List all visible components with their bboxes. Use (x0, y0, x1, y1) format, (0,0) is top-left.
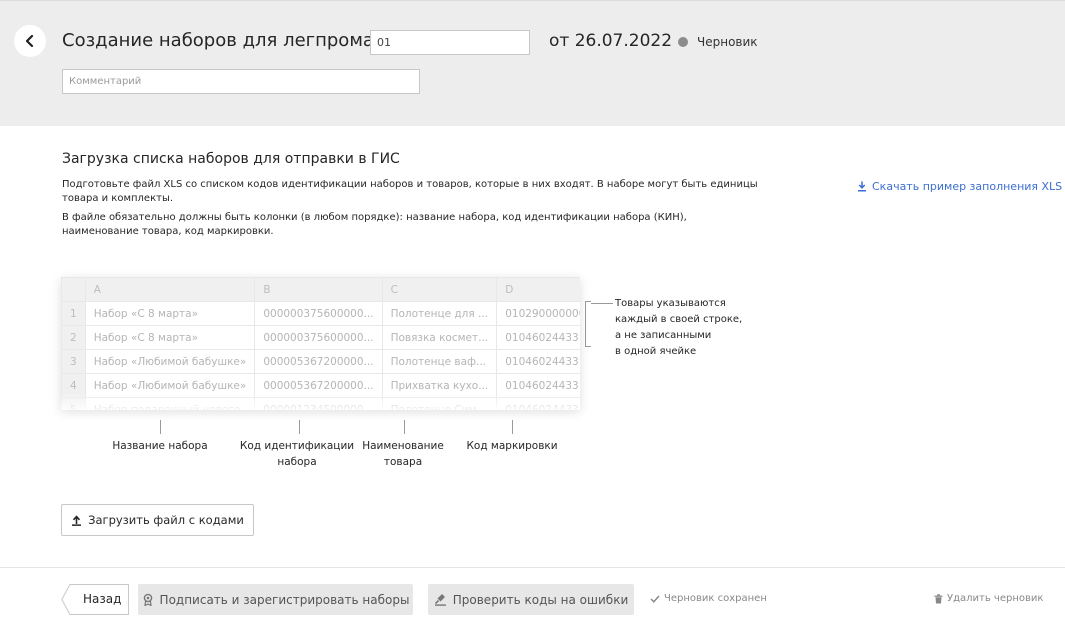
sign-register-button[interactable]: Подписать и зарегистрировать наборы (138, 584, 413, 615)
cell-set-name: Набор «Любимой бабушке» (84, 349, 256, 374)
seal-icon (143, 593, 152, 606)
label-line: товара (383, 456, 423, 468)
note-line: Товары указываются (615, 298, 726, 309)
cell-set-name: Набор подарочный нового (84, 397, 256, 410)
back-circle-button[interactable] (14, 25, 46, 57)
label-product: Наименование товара (362, 438, 444, 470)
comment-input[interactable] (62, 69, 420, 94)
rows-bracket (585, 301, 591, 347)
stamp-icon (434, 594, 446, 606)
cell-product: Прихватка кухо... (381, 373, 498, 398)
table-header-row: A B C D (61, 277, 580, 302)
callout-tick (160, 420, 161, 434)
note-line: каждый в своей строке, (615, 314, 743, 325)
required-columns-text: В файле обязательно должны быть колонки … (62, 212, 687, 237)
cell-product: Повязка космет... (381, 325, 498, 350)
table-row: 3 Набор «Любимой бабушке» 00000536720000… (61, 349, 580, 374)
label-set-name: Название набора (112, 438, 207, 454)
section-title: Загрузка списка наборов для отправки в Г… (62, 151, 400, 167)
row-number: 4 (61, 373, 86, 398)
cell-kin: 000005367200000... (254, 349, 383, 374)
bracket-connector (591, 303, 613, 304)
cell-code: 010290000000529... (496, 301, 580, 326)
corner-cell (61, 277, 86, 302)
cell-product: Полотенце Сим... (381, 397, 498, 410)
check-codes-label: Проверить коды на ошибки (452, 592, 629, 607)
table-row: 5 Набор подарочный нового 00000123450000… (61, 397, 580, 410)
rows-note: Товары указываются каждый в своей строке… (615, 296, 742, 360)
cell-code: 0104602443313065... (496, 373, 580, 398)
cell-kin: 000000375600000... (254, 325, 383, 350)
cell-set-name: Набор «Любимой бабушке» (84, 373, 256, 398)
callout-tick (299, 420, 300, 434)
label-line: Код маркировки (466, 440, 558, 452)
upload-file-label: Загрузить файл с кодами (88, 513, 244, 527)
sign-register-label: Подписать и зарегистрировать наборы (159, 592, 410, 607)
label-line: Код идентификации (239, 440, 355, 452)
download-example-link[interactable]: Скачать пример заполнения XLS (857, 180, 1062, 193)
trash-icon (934, 593, 943, 603)
chevron-left-icon (25, 35, 34, 47)
page-header: Создание наборов для легпрома № от 26.07… (0, 0, 1065, 126)
row-number: 5 (61, 397, 86, 410)
callout-tick (512, 420, 513, 434)
column-header: B (254, 277, 383, 302)
note-line: а не записанными (615, 330, 712, 341)
delete-draft-link[interactable]: Удалить черновик (934, 593, 1043, 604)
example-table: A B C D 1 Набор «С 8 марта» 000000375600… (61, 277, 580, 410)
document-date: от 26.07.2022 (549, 31, 673, 51)
row-number: 2 (61, 325, 86, 350)
callout-tick (404, 420, 405, 434)
download-example-label: Скачать пример заполнения XLS (872, 180, 1063, 193)
delete-draft-label: Удалить черновик (947, 593, 1044, 604)
back-button-label: Назад (83, 592, 122, 606)
cell-kin: 000005367200000... (254, 373, 383, 398)
draft-saved-status: Черновик сохранен (650, 593, 767, 604)
label-line: Название набора (112, 440, 208, 452)
draft-saved-label: Черновик сохранен (664, 593, 767, 604)
cell-product: Полотенце ваф... (381, 349, 498, 374)
note-line: в одной ячейке (615, 346, 697, 357)
cell-kin: 000000375600000... (254, 301, 383, 326)
cell-set-name: Набор «С 8 марта» (84, 301, 256, 326)
back-button[interactable]: Назад (61, 584, 129, 615)
column-header: C (381, 277, 498, 302)
download-icon (858, 181, 866, 192)
cell-kin: 000001234500000... (254, 397, 383, 410)
table-row: 4 Набор «Любимой бабушке» 00000536720000… (61, 373, 580, 398)
column-header: D (496, 277, 580, 302)
row-number: 3 (61, 349, 86, 374)
upload-file-button[interactable]: Загрузить файл с кодами (61, 504, 254, 536)
status-badge: Черновик (697, 35, 758, 49)
table-row: 2 Набор «С 8 марта» 000000375600000... П… (61, 325, 580, 350)
label-code: Код маркировки (466, 438, 557, 454)
cell-set-name: Набор «С 8 марта» (84, 325, 256, 350)
cell-code: 0104602443313011... (496, 325, 580, 350)
checkmark-icon (650, 594, 660, 603)
page-title: Создание наборов для легпрома № (62, 30, 399, 51)
column-header: A (84, 277, 256, 302)
example-spreadsheet: A B C D 1 Набор «С 8 марта» 000000375600… (61, 277, 580, 410)
label-kin: Код идентификации набора (240, 438, 354, 470)
footer-divider (0, 567, 1065, 568)
cell-product: Полотенце для ... (381, 301, 498, 326)
cell-code: 0104602443313034... (496, 397, 580, 410)
table-row: 1 Набор «С 8 марта» 000000375600000... П… (61, 301, 580, 326)
set-number-input[interactable] (370, 30, 530, 55)
check-codes-button[interactable]: Проверить коды на ошибки (428, 584, 634, 615)
description-text: Подготовьте файл XLS со списком кодов ид… (62, 179, 758, 204)
label-line: набора (277, 456, 317, 468)
upload-icon (72, 514, 82, 526)
row-number: 1 (61, 301, 86, 326)
status-dot (678, 37, 688, 47)
cell-code: 0104602443313028... (496, 349, 580, 374)
label-line: Наименование (362, 440, 444, 452)
